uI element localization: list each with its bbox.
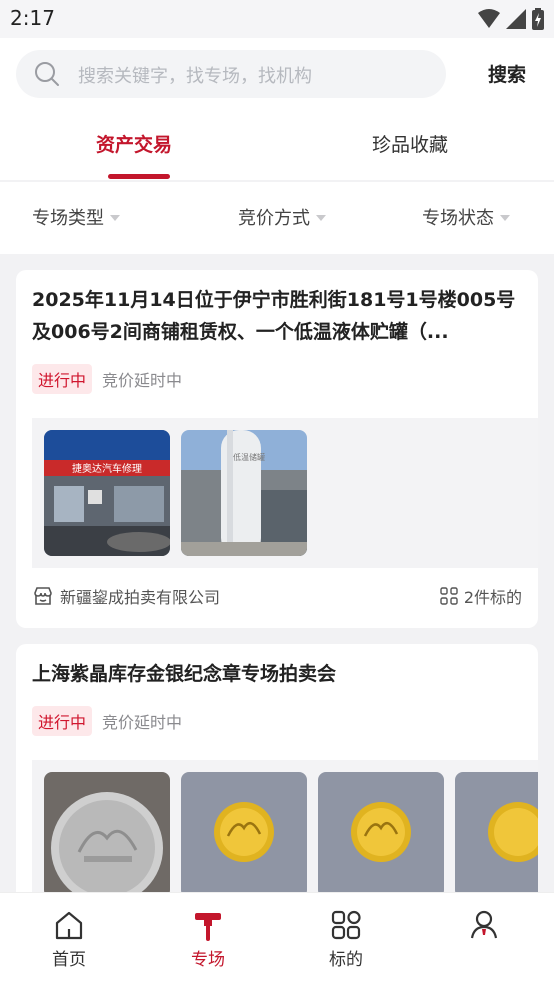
chevron-down-icon bbox=[110, 215, 120, 221]
filter-session-status[interactable]: 专场状态 bbox=[422, 204, 510, 230]
auction-company[interactable]: 新疆鋆成拍卖有限公司 bbox=[32, 584, 220, 608]
nav-label: 专场 bbox=[191, 950, 225, 970]
grid-icon bbox=[331, 910, 361, 940]
image-strip[interactable] bbox=[32, 760, 538, 904]
gavel-icon bbox=[195, 913, 221, 941]
chevron-down-icon bbox=[316, 215, 326, 221]
signal-icon bbox=[506, 9, 526, 29]
lot-thumbnail-gold-coin[interactable] bbox=[455, 772, 538, 898]
search-input[interactable]: 搜索关键字，找专场，找机构 bbox=[16, 50, 446, 98]
tank-image: 低温储罐 bbox=[181, 430, 307, 556]
filter-label: 专场状态 bbox=[422, 208, 494, 229]
filter-label: 竞价方式 bbox=[238, 208, 310, 229]
header: 搜索关键字，找专场，找机构 搜索 资产交易 珍品收藏 bbox=[0, 38, 554, 180]
gold-coin-image bbox=[455, 772, 538, 898]
home-icon bbox=[55, 911, 83, 940]
nav-item-home[interactable]: 首页 bbox=[29, 909, 109, 970]
status-row: 进行中 竞价延时中 bbox=[32, 364, 182, 394]
status-badge: 进行中 bbox=[32, 706, 93, 736]
auction-card[interactable]: 2025年11月14日位于伊宁市胜利街181号1号楼005号及006号2间商铺租… bbox=[16, 270, 538, 628]
tab-asset-trading[interactable]: 资产交易 bbox=[96, 130, 172, 157]
chevron-down-icon bbox=[500, 215, 510, 221]
nav-item-profile[interactable] bbox=[444, 909, 524, 945]
filter-label: 专场类型 bbox=[32, 208, 104, 229]
lot-thumbnail-storefront[interactable]: 捷奥达汽车修理 bbox=[44, 430, 170, 556]
gold-coin-image bbox=[318, 772, 444, 898]
search-icon bbox=[35, 62, 59, 86]
silver-coin-image bbox=[44, 772, 170, 898]
nav-label: 首页 bbox=[52, 950, 86, 970]
nav-item-sessions[interactable]: 专场 bbox=[168, 909, 248, 970]
filter-bar: 专场类型 竞价方式 专场状态 bbox=[0, 182, 554, 254]
status-badge: 进行中 bbox=[32, 364, 93, 394]
card-title: 2025年11月14日位于伊宁市胜利街181号1号楼005号及006号2间商铺租… bbox=[32, 289, 516, 343]
user-icon bbox=[470, 910, 498, 939]
storefront-image: 捷奥达汽车修理 bbox=[44, 430, 170, 556]
nav-label: 标的 bbox=[329, 950, 363, 970]
card-title: 上海紫晶库存金银纪念章专场拍卖会 bbox=[32, 663, 337, 685]
image-strip[interactable]: 捷奥达汽车修理 低温储罐 bbox=[32, 418, 538, 568]
search-placeholder: 搜索关键字，找专场，找机构 bbox=[78, 66, 312, 87]
lot-thumbnail-silver-coin[interactable] bbox=[44, 772, 170, 898]
bottom-nav: 首页 专场 标的 bbox=[0, 892, 554, 984]
auction-card[interactable]: 上海紫晶库存金银纪念章专场拍卖会 进行中 竞价延时中 bbox=[16, 644, 538, 904]
lot-thumbnail-gold-coin[interactable] bbox=[318, 772, 444, 898]
status-row: 进行中 竞价延时中 bbox=[32, 706, 182, 736]
filter-bidding-method[interactable]: 竞价方式 bbox=[238, 204, 326, 230]
lot-count: 2件标的 bbox=[440, 584, 522, 608]
company-name: 新疆鋆成拍卖有限公司 bbox=[60, 588, 221, 607]
shop-icon bbox=[34, 587, 52, 605]
battery-icon bbox=[532, 8, 544, 30]
status-note: 竞价延时中 bbox=[102, 713, 183, 732]
search-button[interactable]: 搜索 bbox=[488, 60, 526, 87]
wifi-icon bbox=[478, 9, 500, 28]
nav-item-lots[interactable]: 标的 bbox=[306, 909, 386, 970]
storefront-sign-text: 捷奥达汽车修理 bbox=[72, 462, 142, 475]
lot-thumbnail-gold-coin[interactable] bbox=[181, 772, 307, 898]
status-bar: 2:17 bbox=[0, 0, 554, 38]
filter-session-type[interactable]: 专场类型 bbox=[32, 204, 120, 230]
gold-coin-image bbox=[181, 772, 307, 898]
status-icons bbox=[478, 8, 544, 30]
card-footer: 新疆鋆成拍卖有限公司 2件标的 bbox=[32, 584, 522, 612]
tab-treasure-collection[interactable]: 珍品收藏 bbox=[372, 130, 448, 157]
lot-thumbnail-tank[interactable]: 低温储罐 bbox=[181, 430, 307, 556]
active-tab-indicator bbox=[108, 174, 170, 179]
lot-count-text: 2件标的 bbox=[463, 588, 522, 607]
tank-label-text: 低温储罐 bbox=[233, 452, 265, 462]
status-time: 2:17 bbox=[10, 6, 55, 30]
grid-icon bbox=[440, 587, 458, 605]
status-note: 竞价延时中 bbox=[102, 371, 183, 390]
